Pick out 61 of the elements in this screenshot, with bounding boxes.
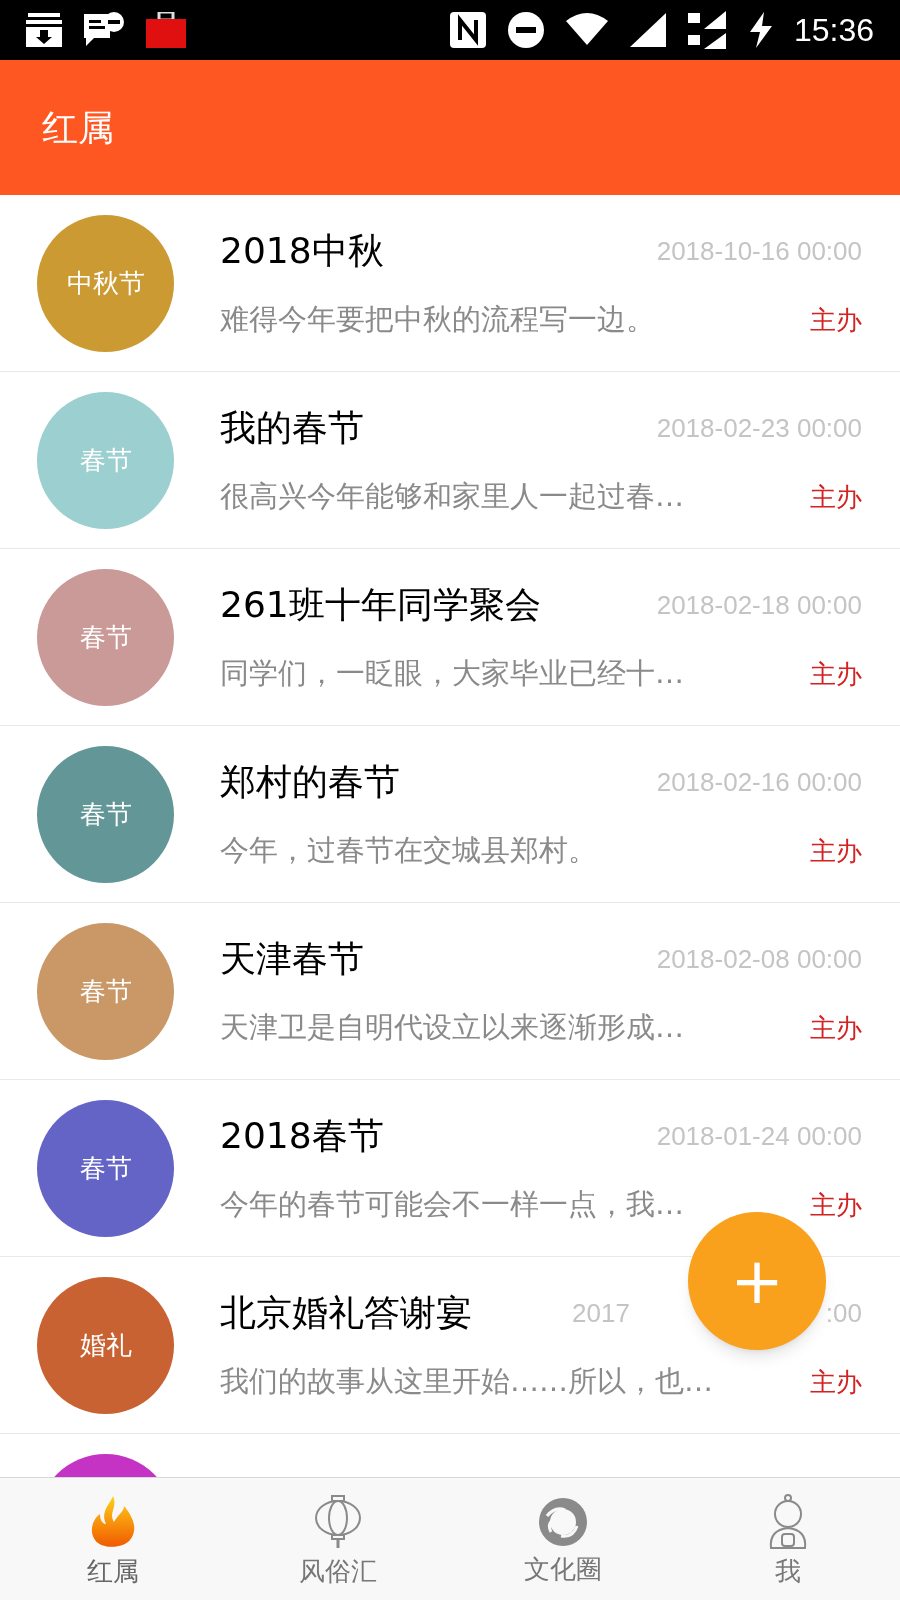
avatar-label: 春节: [79, 1151, 132, 1185]
event-summary: 同学们，一眨眼，大家毕业已经十…: [220, 655, 684, 693]
nav-label: 我: [774, 1558, 801, 1584]
event-title: 天津春节: [220, 937, 364, 982]
event-row[interactable]: 中秋节 2018中秋 2018-10-16 00:00 难得今年要把中秋的流程写一边。 主办: [0, 195, 900, 372]
event-date: 2018-10-16 00:00: [656, 234, 862, 268]
event-title: 2018中秋: [220, 229, 384, 274]
role-label: 主办: [810, 303, 862, 337]
signal-icon: [629, 13, 666, 47]
avatar-label: 中秋节: [66, 266, 145, 300]
header-title: 红属: [42, 105, 114, 150]
event-date: 2018-02-23 00:00: [656, 411, 862, 445]
event-summary: 今年的春节可能会不一样一点，我…: [220, 1186, 684, 1224]
nfc-icon: [449, 12, 486, 48]
nav-tab[interactable]: 红属: [0, 1478, 225, 1600]
role-label: 主办: [810, 1365, 862, 1399]
avatar-label: 春节: [79, 797, 132, 831]
event-row[interactable]: 春节 天津春节 2018-02-08 00:00 天津卫是自明代设立以来逐渐形成… 主办: [0, 903, 900, 1080]
event-title: 261班十年同学聚会: [220, 583, 541, 628]
avatar-label: 春节: [79, 974, 132, 1008]
event-summary: 难得今年要把中秋的流程写一边。: [220, 301, 655, 339]
event-date: 2018-01-24 00:00: [656, 1119, 862, 1153]
event-summary: 今年，过春节在交城县郑村。: [220, 832, 597, 870]
event-title: 郑村的春节: [220, 760, 400, 805]
role-label: 主办: [810, 1011, 862, 1045]
event-date: 2018-02-16 00:00: [656, 765, 862, 799]
event-row[interactable]: 春节 261班十年同学聚会 2018-02-18 00:00 同学们，一眨眼，大家毕业已经十… 主办: [0, 549, 900, 726]
swirl-icon: [536, 1496, 589, 1548]
avatar-label: 春节: [79, 620, 132, 654]
event-title: 2018春节: [220, 1114, 384, 1159]
event-title: 北京婚礼答谢宴: [220, 1291, 472, 1336]
avatar-label: 婚礼: [79, 1328, 132, 1362]
role-label: 主办: [810, 834, 862, 868]
event-date: 2018-02-08 00:00: [656, 942, 862, 976]
status-time: 15:36: [793, 14, 874, 46]
event-title: 我的春节: [220, 406, 364, 451]
event-row[interactable]: 春节 我的春节 2018-02-23 00:00 很高兴今年能够和家里人一起过春… 主办: [0, 372, 900, 549]
event-summary: 天津卫是自明代设立以来逐渐形成…: [220, 1009, 684, 1047]
charging-icon: [749, 12, 772, 48]
do-not-disturb-icon: [507, 12, 544, 48]
nav-tab[interactable]: 我: [675, 1478, 900, 1600]
message-icon: [84, 12, 124, 48]
nav-label: 风俗汇: [298, 1558, 377, 1584]
nav-tab[interactable]: 风俗汇: [225, 1478, 450, 1600]
download-tray-icon: [26, 13, 62, 47]
event-date: 2018-02-18 00:00: [656, 588, 862, 622]
wifi-icon: [565, 13, 608, 47]
signal-4g-icon: [687, 11, 728, 49]
event-row[interactable]: 春节 郑村的春节 2018-02-16 00:00 今年，过春节在交城县郑村。 主办: [0, 726, 900, 903]
role-label: 主办: [810, 657, 862, 691]
event-summary: 很高兴今年能够和家里人一起过春…: [220, 478, 684, 516]
briefcase-icon: [146, 12, 186, 48]
event-summary: 我们的故事从这里开始……所以，也…: [220, 1363, 713, 1401]
nav-label: 文化圈: [523, 1556, 602, 1582]
nav-label: 红属: [86, 1558, 139, 1584]
nav-tab[interactable]: 文化圈: [450, 1478, 675, 1600]
avatar-label: 春节: [79, 443, 132, 477]
role-label: 主办: [810, 480, 862, 514]
lantern-icon: [312, 1494, 363, 1550]
event-date: 2017: [572, 1296, 630, 1330]
event-date: :00: [825, 1296, 862, 1330]
